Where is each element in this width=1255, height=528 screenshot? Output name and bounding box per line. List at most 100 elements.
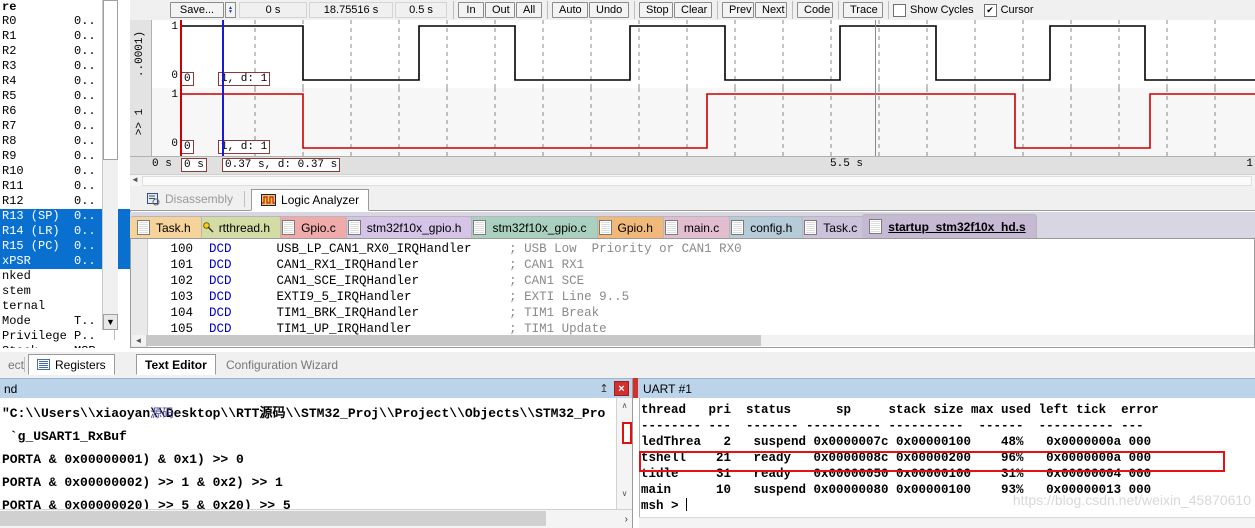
file-tab-bar[interactable]: Task.h rtthread.h Gpio.c stm32f10x_gpio.h st…	[130, 212, 1255, 238]
grid-time-field[interactable]: 0.5 s	[395, 2, 447, 18]
scroll-up-icon[interactable]: ∧	[617, 398, 632, 413]
signal-row-1[interactable]: >> 1 1 0 0 1, d: 1	[130, 88, 1255, 156]
register-name: R4	[2, 74, 17, 88]
code-line[interactable]: 103 DCD EXTI9_5_IRQHandler ; EXTI Line 9…	[131, 289, 742, 305]
file-icon	[347, 220, 361, 235]
logic-analyzer-waveform[interactable]: ..0001) 1 0 0 1, d: 1 >> 1 1 0 0 1, d: 1	[130, 20, 1255, 156]
toolbar-separator	[634, 1, 635, 19]
code-comment: ; CAN1 RX1	[509, 258, 585, 272]
file-tab-stm32f10x-gpio-c[interactable]: stm32f10x_gpio.c	[466, 216, 598, 238]
clear-button[interactable]: Clear	[674, 2, 712, 18]
register-row[interactable]: StackMSP	[0, 344, 130, 348]
view-tab-bar[interactable]: Disassembly Logic Analyzer	[130, 186, 1255, 211]
file-icon	[731, 220, 745, 235]
measure-cursor-line[interactable]	[222, 20, 224, 156]
tab-separator	[24, 357, 25, 372]
register-row[interactable]: Privilege P..	[0, 329, 130, 344]
code-line[interactable]: 102 DCD CAN1_SCE_IRQHandler ; CAN1 SCE	[131, 273, 742, 289]
stop-button[interactable]: Stop	[639, 2, 673, 18]
close-icon[interactable]: ×	[614, 381, 629, 396]
toolbar-separator	[838, 1, 839, 19]
file-tab-main-c[interactable]: main.c	[657, 216, 731, 238]
cursor-checkbox[interactable]: ✔ Cursor	[983, 3, 1034, 17]
uart-title: UART #1	[633, 378, 1255, 398]
file-tab-label: stm32f10x_gpio.h	[366, 220, 462, 235]
tab-logic-analyzer[interactable]: Logic Analyzer	[251, 189, 370, 211]
checkbox-icon[interactable]	[893, 3, 906, 17]
editor-hscrollbar[interactable]: ◄	[132, 335, 1254, 346]
registers-scrollbar[interactable]: ▼	[102, 0, 118, 330]
show-cycles-label: Show Cycles	[910, 4, 974, 16]
command-output-line: PORTA & 0x00000001) & 0x1) >> 0	[2, 452, 244, 467]
trace-button[interactable]: Trace	[843, 2, 883, 18]
code-editor[interactable]: 100 DCD USB_LP_CAN1_RX0_IRQHandler ; USB…	[130, 238, 1255, 348]
current-time-field[interactable]: 18.75516 s	[309, 2, 393, 18]
auto-button[interactable]: Auto	[552, 2, 588, 18]
toolbar-separator	[888, 1, 889, 19]
scroll-down-icon[interactable]: ▼	[103, 314, 118, 330]
uart-hscrollbar[interactable]	[639, 517, 1255, 528]
file-tab-label: main.c	[683, 220, 720, 235]
file-tab-gpio-h[interactable]: Gpio.h	[591, 216, 664, 238]
scroll-down-icon[interactable]: ∨	[617, 486, 632, 501]
signal-row-0[interactable]: ..0001) 1 0 0 1, d: 1	[130, 20, 1255, 88]
file-tab-startup-stm32f10x-hd-s[interactable]: startup_stm32f10x_hd.s	[862, 214, 1037, 238]
file-tab-task-c[interactable]: Task.c	[797, 216, 869, 238]
command-hscroll-thumb[interactable]	[0, 511, 546, 526]
signal-0-trace	[180, 20, 1255, 88]
scroll-left-icon[interactable]: ◄	[132, 335, 145, 346]
logic-analyzer-toolbar[interactable]: Save... ▲ ▼ 0 s 18.75516 s 0.5 s In Out A…	[130, 0, 1255, 21]
command-window-output[interactable]: "C:\\Users\\xiaoyan\\Desktop\\RTT源码\\STM…	[0, 398, 632, 510]
code-line[interactable]: 104 DCD TIM1_BRK_IRQHandler ; TIM1 Break	[131, 305, 742, 321]
register-value: MSP	[74, 344, 114, 348]
file-tab-rtthread-h[interactable]: rtthread.h	[195, 216, 282, 238]
file-tab-gpio-c[interactable]: Gpio.c	[275, 216, 347, 238]
code-line[interactable]: 100 DCD USB_LP_CAN1_RX0_IRQHandler ; USB…	[131, 241, 741, 257]
signal-0-tag-right: 1, d: 1	[218, 72, 271, 86]
code-button[interactable]: Code	[797, 2, 833, 18]
registers-panel[interactable]: re R0 0.. R1 0.. R2 0.. R3 0.. R4 0.. R5 0.. R6 0.. R7…	[0, 0, 131, 348]
zoom-in-button[interactable]: In	[458, 2, 484, 18]
spinner-stepper[interactable]: ▲ ▼	[225, 2, 236, 18]
code-comment: ; TIM1 Update	[509, 322, 607, 336]
prev-button[interactable]: Prev	[722, 2, 754, 18]
undo-button[interactable]: Undo	[589, 2, 629, 18]
editor-lines[interactable]: 100 DCD USB_LP_CAN1_RX0_IRQHandler ; USB…	[131, 241, 742, 337]
code-operand: USB_LP_CAN1_RX0_IRQHandler	[276, 242, 472, 256]
uart-output[interactable]: thread pri status sp stack size max used…	[633, 398, 1255, 528]
tab-configuration-wizard[interactable]: Configuration Wizard	[218, 354, 346, 375]
signal-1-tag-left: 0	[181, 140, 194, 154]
zoom-all-button[interactable]: All	[516, 2, 542, 18]
save-button[interactable]: Save...	[170, 2, 224, 18]
command-output-line: `g_USART1_RxBuf	[2, 429, 127, 444]
checkbox-icon[interactable]: ✔	[983, 3, 997, 17]
logic-analyzer-icon	[261, 194, 277, 206]
command-vscrollbar[interactable]: ∧ ∨	[616, 398, 632, 510]
toolbar-separator	[792, 1, 793, 19]
lower-tab-bar[interactable]: ect Registers Text Editor Configuration …	[0, 352, 1255, 379]
tab-registers[interactable]: Registers	[28, 354, 115, 375]
code-line[interactable]: 101 DCD CAN1_RX1_IRQHandler ; CAN1 RX1	[131, 257, 742, 273]
file-tab-task-h[interactable]: Task.h	[130, 216, 202, 238]
command-window-titlebar[interactable]: nd ↥ ×	[0, 378, 632, 398]
file-tab-stm32f10x-gpio-h[interactable]: stm32f10x_gpio.h	[340, 216, 473, 238]
zoom-out-button[interactable]: Out	[485, 2, 515, 18]
scroll-left-icon[interactable]: ◄	[131, 175, 139, 184]
register-name: ternal	[2, 299, 46, 313]
editor-hscroll-thumb[interactable]	[146, 335, 761, 346]
min-time-field[interactable]: 0 s	[239, 2, 307, 18]
tab-text-editor[interactable]: Text Editor	[136, 354, 216, 375]
next-button[interactable]: Next	[755, 2, 787, 18]
line-number: 100	[170, 242, 193, 256]
command-window[interactable]: nd ↥ × "C:\\Users\\xiaoyan\\Desktop\\RTT…	[0, 378, 633, 528]
pin-icon[interactable]: ↥	[597, 382, 611, 396]
code-directive: DCD	[209, 258, 232, 272]
scroll-right-icon[interactable]: ›	[625, 510, 628, 528]
show-cycles-checkbox[interactable]: Show Cycles	[893, 3, 974, 17]
registers-scrollbar-thumb[interactable]	[103, 0, 118, 160]
command-hscrollbar[interactable]: ›	[0, 509, 632, 528]
tab-disassembly[interactable]: Disassembly	[138, 188, 242, 210]
waveform-hscroll-thumb[interactable]	[142, 176, 1252, 186]
file-tab-config-h[interactable]: config.h	[724, 216, 804, 238]
register-name: R8	[2, 134, 17, 148]
